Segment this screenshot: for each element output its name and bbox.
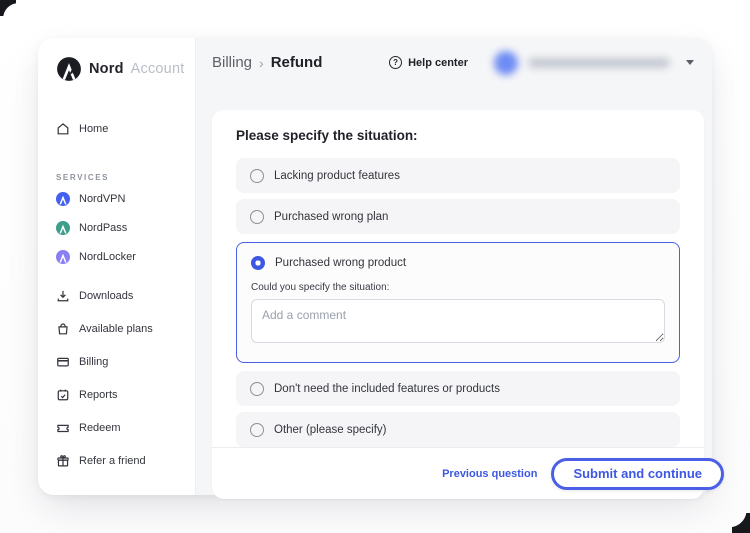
topbar: Billing › Refund ? Help center [196,38,712,87]
sidebar: Nord Account Home SERVICES NordVPN [38,38,196,495]
brand-logo[interactable]: Nord Account [56,52,179,86]
followup-question-label: Could you specify the situation: [251,282,665,293]
sidebar-item-nordvpn[interactable]: NordVPN [56,184,179,213]
sidebar-item-refer-a-friend[interactable]: Refer a friend [56,444,179,477]
sidebar-item-label: Redeem [79,422,121,434]
chevron-down-icon [686,60,694,65]
chevron-right-icon: › [259,55,264,71]
previous-question-link[interactable]: Previous question [442,468,537,480]
survey-options: Lacking product features Purchased wrong… [236,158,680,447]
survey-question-title: Please specify the situation: [236,128,680,143]
sidebar-item-label: Reports [79,389,118,401]
sidebar-item-label: NordVPN [79,193,125,205]
credit-card-icon [56,355,70,369]
breadcrumb-billing[interactable]: Billing [212,54,252,71]
sidebar-item-label: Billing [79,356,108,368]
downloads-icon [56,289,70,303]
survey-footer: Previous question Submit and continue [212,447,704,499]
sidebar-item-label: Refer a friend [79,455,146,467]
background-window-corner [732,513,750,533]
radio-unselected-icon[interactable] [250,210,264,224]
nord-logo-icon [56,56,82,82]
option-label: Purchased wrong product [275,257,406,269]
sidebar-item-label: NordPass [79,222,127,234]
sidebar-item-label: NordLocker [79,251,136,263]
radio-unselected-icon[interactable] [250,382,264,396]
background-window-corner [0,0,16,16]
page-background: Nord Account Home SERVICES NordVPN [0,0,750,533]
radio-unselected-icon[interactable] [250,169,264,183]
sidebar-item-billing[interactable]: Billing [56,345,179,378]
option-label: Lacking product features [274,170,400,182]
sidebar-item-available-plans[interactable]: Available plans [56,312,179,345]
sidebar-item-label: Home [79,123,108,135]
account-menu[interactable] [494,51,694,75]
option-purchased-wrong-product-selected: Purchased wrong product Could you specif… [236,242,680,363]
sidebar-item-downloads[interactable]: Downloads [56,279,179,312]
ticket-icon [56,421,70,435]
option-lacking-product-features[interactable]: Lacking product features [236,158,680,193]
sidebar-item-nordpass[interactable]: NordPass [56,213,179,242]
option-purchased-wrong-product[interactable]: Purchased wrong product [251,253,665,273]
option-label: Other (please specify) [274,424,387,436]
sidebar-item-nordlocker[interactable]: NordLocker [56,242,179,271]
sidebar-item-home[interactable]: Home [56,114,179,144]
sidebar-item-label: Downloads [79,290,133,302]
avatar [494,51,518,75]
radio-selected-icon[interactable] [251,256,265,270]
account-name-redacted [528,58,670,68]
report-calendar-icon [56,388,70,402]
option-label: Don't need the included features or prod… [274,383,500,395]
question-mark-icon: ? [389,56,402,69]
nordlocker-icon [56,250,70,264]
option-dont-need-features[interactable]: Don't need the included features or prod… [236,371,680,406]
option-label: Purchased wrong plan [274,211,388,223]
breadcrumb-refund: Refund [271,54,323,71]
main-area: Billing › Refund ? Help center [196,38,712,495]
comment-textarea[interactable] [251,299,665,343]
help-center-button[interactable]: ? Help center [389,56,468,69]
nordvpn-icon [56,192,70,206]
topbar-right: ? Help center [389,51,694,75]
breadcrumb: Billing › Refund [212,54,322,71]
sidebar-item-redeem[interactable]: Redeem [56,411,179,444]
brand-name: Nord [89,61,124,77]
nordpass-icon [56,221,70,235]
sidebar-nav-group: Downloads Available plans [56,279,179,477]
services-section-label: SERVICES [56,170,179,184]
refund-survey-card: Please specify the situation: Lacking pr… [212,110,704,499]
help-center-label: Help center [408,57,468,69]
option-purchased-wrong-plan[interactable]: Purchased wrong plan [236,199,680,234]
brand-suffix: Account [131,61,185,77]
shopping-bag-icon [56,322,70,336]
option-other[interactable]: Other (please specify) [236,412,680,447]
sidebar-item-reports[interactable]: Reports [56,378,179,411]
submit-and-continue-button[interactable]: Submit and continue [551,458,724,490]
sidebar-item-label: Available plans [79,323,153,335]
radio-unselected-icon[interactable] [250,423,264,437]
nord-account-window: Nord Account Home SERVICES NordVPN [38,38,712,495]
gift-icon [56,454,70,468]
home-icon [56,122,70,136]
survey-body: Please specify the situation: Lacking pr… [212,110,704,447]
